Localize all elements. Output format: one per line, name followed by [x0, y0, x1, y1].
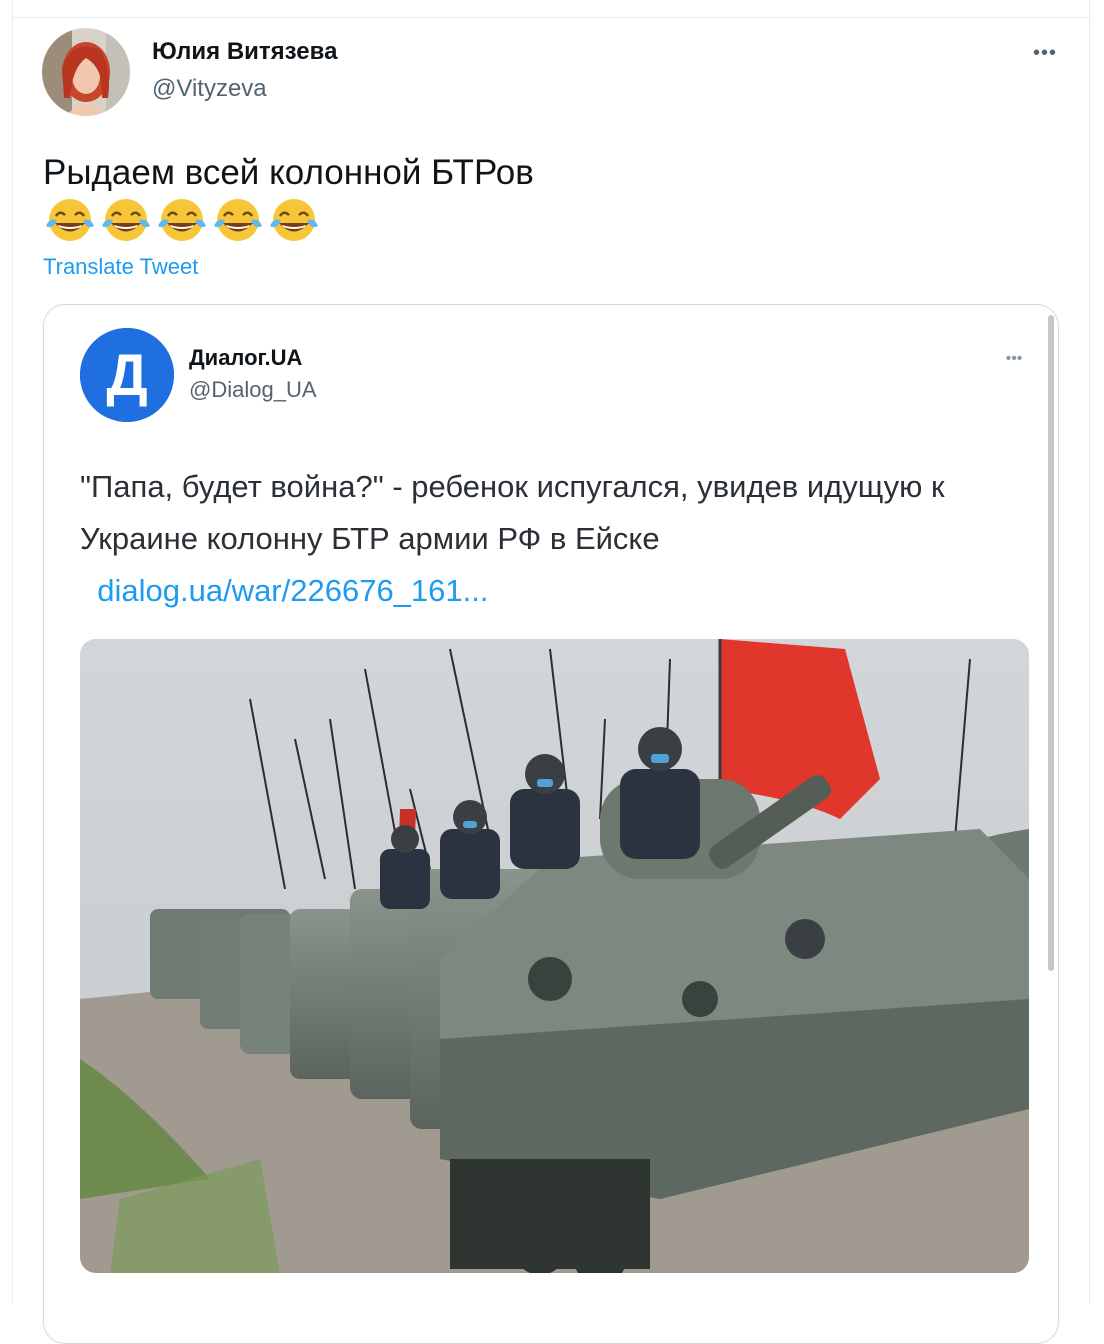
quoted-tweet-photo[interactable] [80, 639, 1029, 1273]
quoted-author-name[interactable]: Диалог.UA [189, 345, 302, 371]
scrollbar[interactable] [1048, 315, 1054, 971]
translate-tweet-link[interactable]: Translate Tweet [43, 254, 198, 280]
emoji-row [43, 196, 321, 244]
face-with-tears-of-joy-icon [46, 199, 94, 241]
quoted-tweet-body: "Папа, будет война?" - ребенок испугался… [80, 469, 945, 556]
face-with-tears-of-joy-icon [102, 199, 150, 241]
quoted-author-handle[interactable]: @Dialog_UA [189, 377, 317, 403]
face-with-tears-of-joy-icon [214, 199, 262, 241]
quoted-tweet-text: "Папа, будет война?" - ребенок испугался… [80, 461, 1040, 617]
face-with-tears-of-joy-icon [270, 199, 318, 241]
author-avatar[interactable] [42, 28, 130, 116]
tweet-text: Рыдаем всей колонной БТРов [43, 153, 534, 192]
quoted-more-options-icon[interactable]: ••• [999, 347, 1029, 371]
face-with-tears-of-joy-icon [158, 199, 206, 241]
quoted-author-avatar[interactable]: Д [80, 328, 174, 422]
quoted-avatar-letter: Д [106, 343, 147, 408]
more-options-icon[interactable]: ••• [1030, 38, 1060, 68]
quoted-tweet-link[interactable]: dialog.ua/war/226676_161... [97, 573, 488, 608]
quoted-tweet[interactable]: Д Диалог.UA @Dialog_UA ••• "Папа, будет … [43, 304, 1059, 1344]
divider [12, 17, 1090, 18]
author-handle[interactable]: @Vityzeva [152, 75, 267, 103]
author-name[interactable]: Юлия Витязева [152, 38, 337, 66]
